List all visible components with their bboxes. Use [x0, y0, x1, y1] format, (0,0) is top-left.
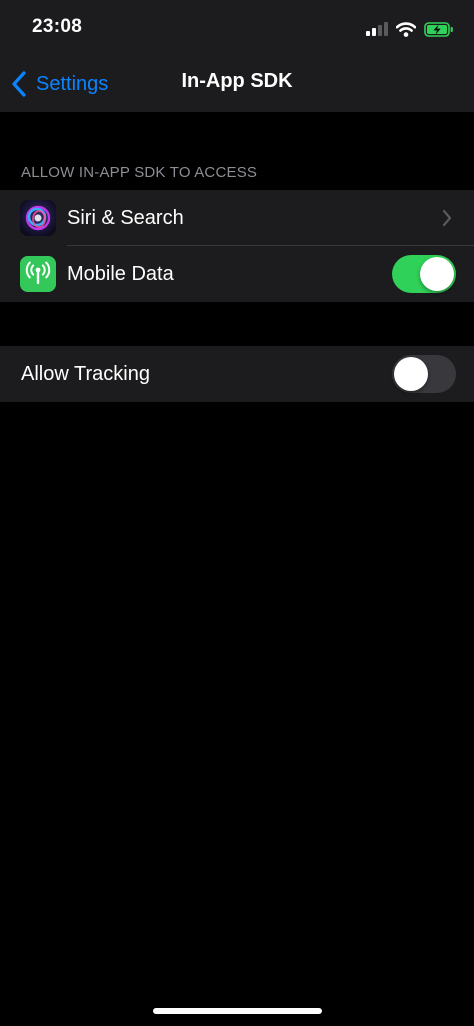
cellular-signal-icon — [366, 22, 388, 36]
chevron-right-icon — [442, 209, 452, 227]
tracking-group: Allow Tracking — [0, 346, 474, 402]
cellular-antenna-icon — [20, 256, 56, 292]
allow-tracking-toggle[interactable] — [392, 355, 456, 393]
access-group: Siri & Search Mobile Data — [0, 190, 474, 302]
siri-icon — [20, 200, 56, 236]
siri-search-row[interactable]: Siri & Search — [0, 190, 474, 246]
siri-search-label: Siri & Search — [67, 207, 184, 229]
status-time: 23:08 — [32, 16, 83, 37]
section-header: ALLOW IN-APP SDK TO ACCESS — [21, 164, 258, 181]
toggle-knob — [394, 357, 428, 391]
home-indicator[interactable] — [153, 1008, 322, 1014]
page-title: In-App SDK — [181, 70, 293, 92]
allow-tracking-row: Allow Tracking — [0, 346, 474, 402]
mobile-data-row: Mobile Data — [0, 246, 474, 302]
wifi-icon — [396, 21, 416, 37]
battery-charging-icon — [424, 21, 453, 37]
status-icons — [366, 18, 454, 40]
allow-tracking-label: Allow Tracking — [21, 363, 150, 385]
mobile-data-label: Mobile Data — [67, 263, 174, 285]
toggle-knob — [420, 257, 454, 291]
navigation-bar: Settings In-App SDK — [0, 56, 474, 112]
mobile-data-toggle[interactable] — [392, 255, 456, 293]
status-bar: 23:08 — [0, 0, 474, 56]
